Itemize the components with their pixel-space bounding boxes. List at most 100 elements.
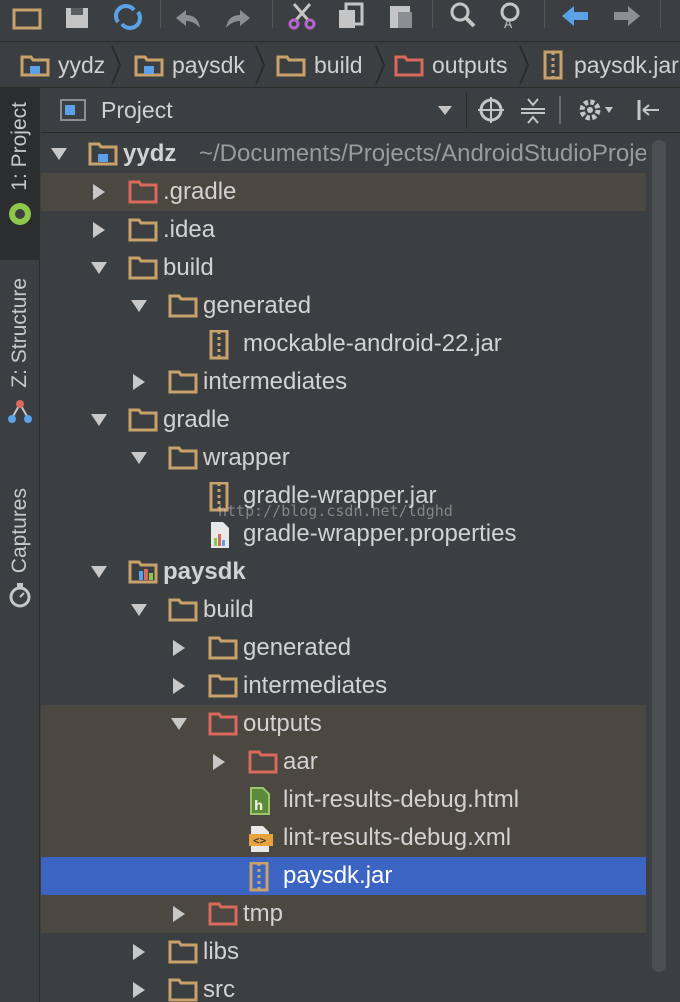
tree-row[interactable]: gradle — [41, 401, 646, 439]
tree-item-label: libs — [203, 938, 240, 965]
tree-item-label: wrapper — [203, 444, 290, 471]
breadcrumb-label: paysdk.jar — [574, 51, 679, 78]
collapse-arrow-right-icon[interactable] — [169, 676, 189, 696]
breadcrumb-yydz[interactable]: yydz — [20, 42, 105, 88]
module-folder-icon — [128, 558, 158, 591]
folder-icon — [128, 216, 158, 249]
copy-icon[interactable] — [336, 0, 366, 30]
breadcrumb-outputs[interactable]: outputs — [394, 42, 507, 88]
tree-row[interactable]: paysdk.jar — [41, 857, 646, 895]
tree-item-label: gradle-wrapper.properties — [243, 520, 517, 547]
project-tree: yydz ~/Documents/Projects/AndroidStudioPr… — [41, 134, 646, 1002]
tree-row[interactable]: h lint-results-debug.html — [41, 781, 646, 819]
captures-tool-tab[interactable]: Captures — [0, 488, 40, 628]
structure-tool-tab[interactable]: Z: Structure — [0, 278, 40, 458]
xml-file-icon: <> — [248, 824, 274, 859]
cut-icon[interactable] — [286, 0, 318, 30]
expand-arrow-down-icon[interactable] — [89, 258, 109, 278]
replace-icon[interactable]: A — [496, 0, 528, 30]
collapse-all-icon[interactable] — [519, 96, 547, 124]
stopwatch-icon — [9, 583, 31, 608]
tree-item-label: gradle — [163, 406, 230, 433]
navigation-bar: yydz paysdk build outputs paysdk.jar — [0, 42, 680, 88]
tree-row[interactable]: intermediates — [41, 667, 646, 705]
tree-item-label: src — [203, 976, 235, 1002]
expand-arrow-down-icon[interactable] — [129, 296, 149, 316]
collapse-arrow-right-icon[interactable] — [169, 638, 189, 658]
find-icon[interactable] — [448, 0, 478, 30]
folder-icon — [168, 444, 198, 477]
module-folder-icon — [134, 55, 164, 77]
breadcrumb-paysdk[interactable]: paysdk — [134, 42, 245, 88]
redo-icon[interactable] — [222, 0, 254, 30]
excluded-folder-icon — [208, 710, 238, 743]
undo-icon[interactable] — [172, 0, 204, 30]
breadcrumb-label: build — [314, 51, 363, 78]
tree-row[interactable]: build — [41, 249, 646, 287]
tree-row[interactable]: aar — [41, 743, 646, 781]
folder-icon — [168, 368, 198, 401]
expand-arrow-down-icon[interactable] — [129, 600, 149, 620]
paste-icon[interactable] — [386, 0, 416, 30]
scroll-from-source-icon[interactable] — [477, 96, 505, 124]
folder-icon — [208, 672, 238, 705]
excluded-folder-icon — [248, 748, 278, 781]
main-toolbar: A — [0, 0, 680, 42]
collapse-arrow-right-icon[interactable] — [209, 752, 229, 772]
collapse-arrow-right-icon[interactable] — [89, 220, 109, 240]
expand-arrow-down-icon[interactable] — [129, 448, 149, 468]
tree-row[interactable]: intermediates — [41, 363, 646, 401]
captures-tab-label: Captures — [8, 488, 31, 574]
tree-item-label: generated — [243, 634, 352, 661]
tree-row[interactable]: .gradle — [41, 173, 646, 211]
jar-icon — [543, 50, 563, 80]
expand-arrow-down-icon[interactable] — [169, 714, 189, 734]
collapse-arrow-right-icon[interactable] — [129, 980, 149, 1000]
folder-icon — [208, 634, 238, 667]
tree-root-row[interactable]: yydz ~/Documents/Projects/AndroidStudioPr… — [41, 135, 646, 173]
structure-icon — [8, 399, 32, 423]
tree-item-label: aar — [283, 748, 318, 775]
breadcrumb-paysdk-jar[interactable]: paysdk.jar — [542, 42, 679, 88]
tree-row[interactable]: mockable-android-22.jar — [41, 325, 646, 363]
tree-item-label: intermediates — [243, 672, 388, 699]
tree-scrollbar[interactable] — [652, 140, 666, 972]
save-all-icon[interactable] — [62, 0, 92, 30]
back-icon[interactable] — [560, 0, 590, 30]
chevron-down-icon[interactable] — [437, 104, 453, 116]
watermark-text: http://blog.csdn.net/ldghd — [218, 502, 453, 520]
open-folder-icon[interactable] — [12, 0, 42, 30]
tree-row[interactable]: <> lint-results-debug.xml — [41, 819, 646, 857]
jar-icon — [208, 329, 232, 365]
tree-row[interactable]: generated — [41, 629, 646, 667]
tree-row[interactable]: src — [41, 971, 646, 1002]
tree-row[interactable]: build — [41, 591, 646, 629]
tree-row[interactable]: outputs — [41, 705, 646, 743]
tree-row[interactable]: generated — [41, 287, 646, 325]
properties-file-icon — [208, 520, 234, 555]
tool-window-stripe: 1: Project Z: Structure Captures — [0, 88, 40, 1002]
sync-icon[interactable] — [112, 0, 144, 30]
collapse-arrow-right-icon[interactable] — [89, 182, 109, 202]
collapse-arrow-right-icon[interactable] — [129, 942, 149, 962]
svg-text:h: h — [254, 799, 263, 814]
forward-icon[interactable] — [612, 0, 642, 30]
breadcrumb-build[interactable]: build — [276, 42, 363, 88]
tree-row[interactable]: gradle-wrapper.properties — [41, 515, 646, 553]
svg-text:<>: <> — [253, 834, 267, 847]
expand-arrow-down-icon[interactable] — [49, 144, 69, 164]
collapse-arrow-right-icon[interactable] — [129, 372, 149, 392]
tree-item-label: .idea — [163, 216, 216, 243]
project-tool-tab[interactable]: 1: Project — [0, 88, 40, 260]
tree-row[interactable]: paysdk — [41, 553, 646, 591]
view-mode-label[interactable]: Project — [101, 88, 173, 133]
tree-row[interactable]: tmp — [41, 895, 646, 933]
hide-panel-icon[interactable] — [633, 96, 663, 124]
expand-arrow-down-icon[interactable] — [89, 410, 109, 430]
tree-row[interactable]: .idea — [41, 211, 646, 249]
tree-row[interactable]: wrapper — [41, 439, 646, 477]
gear-icon[interactable] — [577, 96, 617, 124]
expand-arrow-down-icon[interactable] — [89, 562, 109, 582]
collapse-arrow-right-icon[interactable] — [169, 904, 189, 924]
tree-row[interactable]: libs — [41, 933, 646, 971]
